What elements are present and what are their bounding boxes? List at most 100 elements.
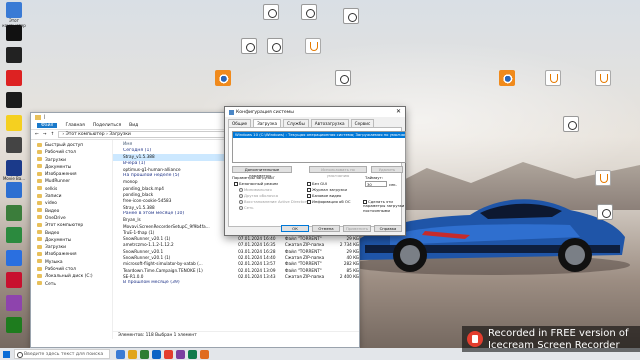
ribbon-tab-view[interactable]: Вид <box>129 123 138 128</box>
delete-button[interactable]: Удалить <box>371 166 403 173</box>
timeout-input[interactable]: 30 <box>365 181 387 187</box>
desktop-icon[interactable] <box>210 70 236 86</box>
group-header[interactable]: В прошлом месяце (39) <box>113 280 359 286</box>
tab-general[interactable]: Общие <box>228 119 252 127</box>
taskbar-app-icon[interactable] <box>140 349 149 359</box>
desktop-icon[interactable] <box>262 38 288 54</box>
safe-boot-option[interactable]: Безопасный режим <box>234 181 278 186</box>
nav-item[interactable]: Музыка <box>33 259 112 266</box>
desktop-icon[interactable] <box>296 4 322 20</box>
network-radio[interactable] <box>239 206 243 210</box>
minimal-radio[interactable] <box>239 188 243 192</box>
desktop-icon[interactable] <box>1 272 27 289</box>
nav-item[interactable]: Загрузки <box>33 157 112 164</box>
ok-button[interactable]: ОК <box>281 225 309 232</box>
boot-entries-list[interactable]: Windows 10 (C:\Windows) : Текущая операц… <box>232 131 406 163</box>
taskbar-search-box[interactable]: Введите здесь текст для поиска <box>14 349 110 359</box>
nav-item[interactable]: Загрузки <box>33 244 112 251</box>
desktop-icon[interactable] <box>1 249 27 267</box>
desktop-icon[interactable] <box>1 69 27 87</box>
up-arrow-icon[interactable]: ↑ <box>51 132 55 137</box>
start-button[interactable] <box>0 348 12 360</box>
desktop-icon[interactable] <box>1 182 27 199</box>
desktop-icon[interactable] <box>494 70 520 86</box>
tab-boot[interactable]: Загрузка <box>253 119 282 127</box>
desktop-icon[interactable] <box>1 317 27 334</box>
desktop-icon[interactable] <box>258 4 284 20</box>
nav-item[interactable]: MudRunner <box>33 178 112 185</box>
desktop-icon[interactable] <box>1 204 27 222</box>
nav-item[interactable]: Рабочий стол <box>33 149 112 156</box>
desktop-icon[interactable] <box>1 227 27 244</box>
taskbar-app-icon[interactable] <box>164 349 173 359</box>
taskbar-app-icon[interactable] <box>188 349 197 359</box>
nav-item[interactable]: Документы <box>33 164 112 171</box>
nav-item[interactable]: selkis <box>33 186 112 193</box>
apply-button[interactable]: Применить <box>343 225 371 232</box>
nav-item[interactable]: Быстрый доступ <box>33 142 112 149</box>
ribbon-tab-home[interactable]: Главная <box>65 123 84 128</box>
ad-repair-radio[interactable] <box>239 200 243 204</box>
desktop-icon[interactable] <box>1 294 27 312</box>
nav-item[interactable]: Изображения <box>33 251 112 258</box>
desktop-icon[interactable] <box>236 38 262 54</box>
column-name[interactable]: Имя <box>113 142 237 147</box>
os-info-option[interactable]: Информация об ОС <box>307 199 351 204</box>
nav-item[interactable]: video <box>33 200 112 207</box>
desktop-icon[interactable] <box>540 70 566 86</box>
alt-shell-radio[interactable] <box>239 194 243 198</box>
desktop-icon[interactable] <box>590 70 616 86</box>
tab-startup[interactable]: Автозагрузка <box>310 119 349 127</box>
desktop-icon[interactable] <box>1 47 27 64</box>
os-info-checkbox[interactable] <box>307 200 311 204</box>
forward-arrow-icon[interactable]: → <box>43 132 47 137</box>
nav-item[interactable]: Локальный диск (C:) <box>33 273 112 280</box>
desktop-icon[interactable] <box>338 8 364 24</box>
nav-item[interactable]: Записи <box>33 193 112 200</box>
dialog-titlebar[interactable]: Конфигурация системы ✕ <box>225 107 405 117</box>
alternate-shell-option[interactable]: Другая оболочка <box>239 193 278 198</box>
nav-item[interactable]: Видео <box>33 230 112 237</box>
desktop-icon[interactable] <box>590 170 616 186</box>
taskbar-app-icon[interactable] <box>176 349 185 359</box>
ribbon-tab-file[interactable]: Файл <box>37 123 58 128</box>
tab-tools[interactable]: Сервис <box>350 119 375 127</box>
taskbar-app-icon[interactable] <box>152 349 161 359</box>
desktop-icon[interactable] <box>330 70 356 86</box>
taskbar-app-icon[interactable] <box>200 349 209 359</box>
ad-repair-option[interactable]: Восстановление Active Directory <box>239 199 308 204</box>
minimal-option[interactable]: Минимальная <box>239 187 272 192</box>
nav-item[interactable]: Рабочий стол <box>33 266 112 273</box>
boot-log-option[interactable]: Журнал загрузки <box>307 187 347 192</box>
nav-item[interactable]: Изображения <box>33 171 112 178</box>
desktop-icon[interactable] <box>1 92 27 109</box>
help-button[interactable]: Справка <box>374 225 402 232</box>
ribbon-tab-share[interactable]: Поделиться <box>93 123 121 128</box>
desktop-icon[interactable] <box>300 38 326 54</box>
desktop-icon[interactable] <box>558 116 584 132</box>
nav-item[interactable]: Этот компьютер <box>33 222 112 229</box>
desktop-icon[interactable] <box>1 24 27 42</box>
nav-item[interactable]: Сеть <box>33 281 112 288</box>
desktop-icon[interactable]: Movie Ba... <box>1 159 27 182</box>
boot-entry[interactable]: Windows 10 (C:\Windows) : Текущая операц… <box>233 132 405 138</box>
tab-services[interactable]: Службы <box>283 119 309 127</box>
network-option[interactable]: Сеть <box>239 205 253 210</box>
make-permanent-option[interactable]: Сделать эти параметры загрузки постоянны… <box>363 199 407 213</box>
nav-item[interactable]: Видео <box>33 208 112 215</box>
cancel-button[interactable]: Отмена <box>312 225 340 232</box>
nav-item[interactable]: Документы <box>33 237 112 244</box>
desktop-icon[interactable] <box>1 114 27 132</box>
close-icon[interactable]: ✕ <box>396 108 401 115</box>
base-video-option[interactable]: Базовое видео <box>307 193 341 198</box>
desktop-icon[interactable] <box>592 204 618 220</box>
set-default-button[interactable]: Использовать по умолчанию <box>309 166 367 178</box>
advanced-options-button[interactable]: Дополнительные параметры... <box>232 166 292 178</box>
taskbar-app-icon[interactable] <box>116 349 125 359</box>
nav-item[interactable]: OneDrive <box>33 215 112 222</box>
no-gui-option[interactable]: Без GUI <box>307 181 327 186</box>
taskbar-app-icon[interactable] <box>128 349 137 359</box>
desktop-icon[interactable] <box>1 137 27 154</box>
no-gui-checkbox[interactable] <box>307 182 311 186</box>
safe-boot-checkbox[interactable] <box>234 182 238 186</box>
